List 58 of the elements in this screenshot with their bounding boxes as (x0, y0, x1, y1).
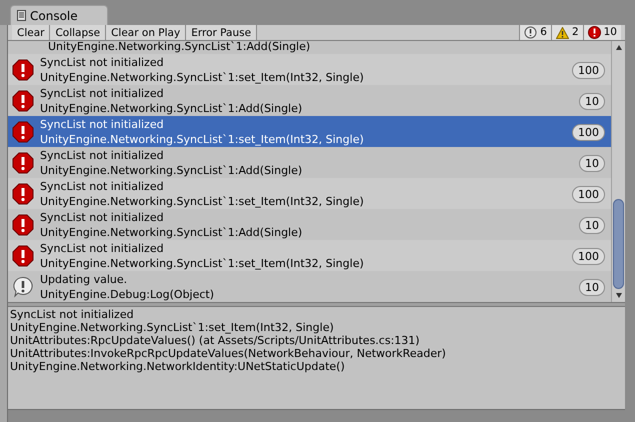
toolbar-button[interactable]: Collapse (50, 25, 106, 40)
log-source: UnityEngine.Networking.SyncList`1:Add(Single) (40, 224, 304, 240)
log-message: SyncList not initialized (40, 116, 165, 132)
counter-toggle[interactable]: 6 (519, 25, 551, 40)
stack-trace-line: UnityEngine.Networking.SyncList`1:set_Item(Int32, Single) (10, 321, 335, 334)
log-entry[interactable]: SyncList not initialized UnityEngine.Networking.SyncList`1:set_Item(Int32, Single) 100 (8, 240, 611, 271)
error-icon (12, 120, 34, 142)
error-icon (12, 214, 34, 236)
log-message: SyncList not initialized (40, 240, 165, 256)
counter-toggle[interactable]: 2 (550, 25, 583, 40)
stack-trace-line: UnitAttributes:InvokeRpcRpcUpdateValues(NetworkBehaviour, NetworkReader) (10, 347, 447, 360)
log-source: UnityEngine.Debug:Log(Object) (40, 286, 216, 302)
log-message: SyncList not initialized (40, 178, 165, 194)
stack-trace-line: UnitAttributes:RpcUpdateValues() (at Assets/Scripts/UnitAttributes.cs:131) (10, 334, 421, 347)
count-badge: 100 (572, 248, 605, 265)
error-icon (12, 182, 34, 204)
console-tab[interactable]: Console (10, 5, 108, 25)
info-icon (524, 26, 538, 39)
count-badge: 10 (579, 155, 605, 172)
log-message: SyncList not initialized (40, 210, 165, 224)
count-badge: 10 (579, 279, 605, 296)
log-entry[interactable]: SyncList not initialized UnityEngine.Networking.SyncList`1:set_Item(Int32, Single) 100 (8, 116, 611, 147)
console-icon (17, 10, 26, 21)
count-badge: 10 (579, 93, 605, 110)
warning-icon (556, 26, 569, 38)
toolbar-button[interactable]: Clear (12, 25, 50, 40)
count-badge: 100 (572, 124, 605, 141)
error-icon (12, 152, 34, 174)
stack-trace-line: SyncList not initialized (10, 308, 135, 321)
error-icon (12, 58, 34, 80)
log-message: SyncList not initialized (40, 54, 165, 70)
error-icon (588, 26, 601, 39)
tab-title: Console (30, 8, 78, 24)
log-message: Updating value. (40, 272, 128, 286)
count-badge: 100 (572, 62, 605, 79)
log-source: UnityEngine.Networking.SyncList`1:set_Item(Int32, Single) (40, 132, 365, 146)
error-icon (12, 244, 34, 266)
log-source: UnityEngine.Networking.SyncList`1:set_Item(Int32, Single) (40, 70, 365, 84)
count-badge: 10 (579, 217, 605, 234)
toolbar-button[interactable]: Error Pause (186, 25, 258, 40)
log-entry[interactable]: SyncList not initialized UnityEngine.Networking.SyncList`1:set_Item(Int32, Single) 100 (8, 54, 611, 85)
log-source: UnityEngine.Networking.SyncList`1:set_Item(Int32, Single) (40, 256, 365, 270)
scrollbar-thumb[interactable] (613, 199, 624, 289)
log-entry[interactable]: SyncList not initialized UnityEngine.Networking.SyncList`1:set_Item(Int32, Single) 100 (8, 178, 611, 209)
stack-trace-line: UnityEngine.Networking.NetworkIdentity:UNetStaticUpdate() (10, 360, 346, 373)
log-source: UnityEngine.Networking.SyncList`1:Add(Single) (40, 100, 304, 116)
count-badge: 100 (572, 186, 605, 203)
error-icon (12, 90, 34, 112)
log-source: UnityEngine.Networking.SyncList`1:set_Item(Int32, Single) (40, 194, 365, 208)
log-source: UnityEngine.Networking.SyncList`1:Add(Single) (40, 162, 304, 178)
log-message: SyncList not initialized (40, 86, 165, 100)
toolbar-button[interactable]: Clear on Play (106, 25, 186, 40)
counter-toggle[interactable]: 10 (582, 25, 621, 40)
log-message: SyncList not initialized (40, 148, 165, 162)
scrollbar[interactable] (611, 41, 625, 302)
scroll-down-icon[interactable] (614, 291, 622, 299)
scroll-up-icon[interactable] (614, 44, 622, 52)
info-icon (12, 276, 34, 298)
